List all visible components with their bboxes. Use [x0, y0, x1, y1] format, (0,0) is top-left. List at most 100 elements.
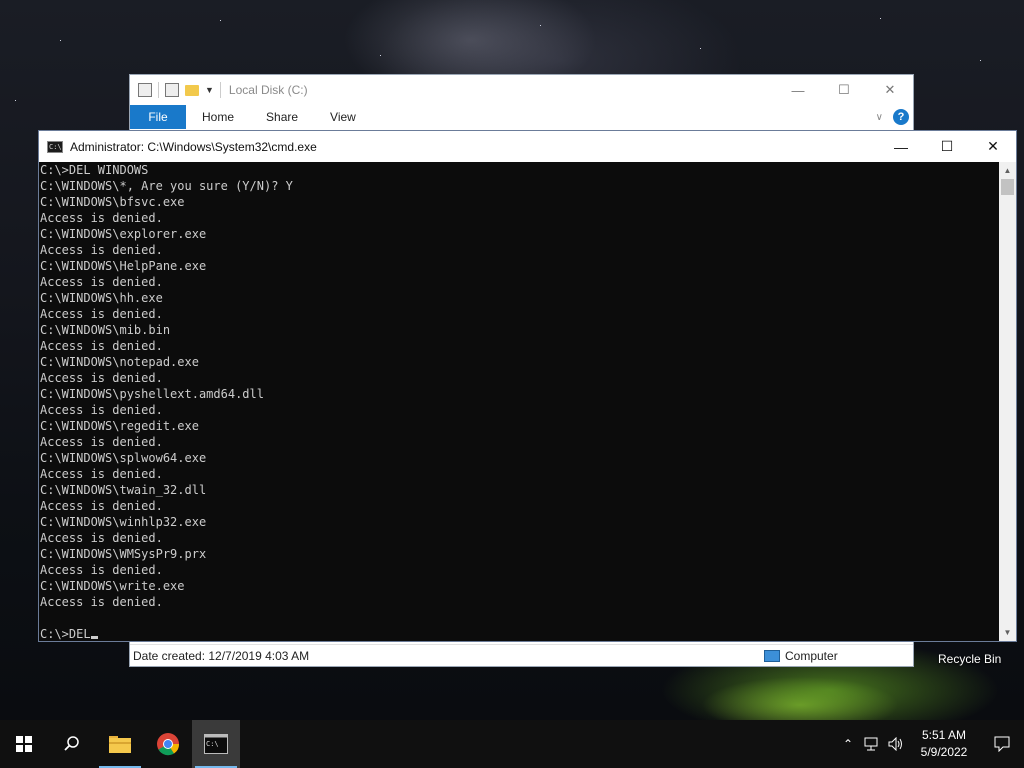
console-line: Access is denied.: [40, 563, 163, 577]
console-line: C:\WINDOWS\WMSysPr9.prx: [40, 547, 207, 561]
star: [700, 48, 701, 49]
explorer-status-bar: Date created: 12/7/2019 4:03 AM Computer: [130, 644, 913, 666]
folder-icon: [109, 736, 131, 753]
console-line: Access is denied.: [40, 531, 163, 545]
ribbon-right-controls: ∨ ?: [876, 105, 913, 129]
console-line: Access is denied.: [40, 307, 163, 321]
show-hidden-icons-chevron-icon[interactable]: ⌃: [836, 720, 860, 768]
console-line: Access is denied.: [40, 211, 163, 225]
console-line: C:\WINDOWS\regedit.exe: [40, 419, 199, 433]
clock-time: 5:51 AM: [921, 728, 967, 742]
system-tray: ⌃ 5:51 AM 5/9/2022: [836, 720, 1024, 768]
maximize-button[interactable]: ☐: [821, 75, 867, 105]
customize-dropdown-icon[interactable]: ▼: [205, 85, 214, 95]
volume-icon[interactable]: [884, 720, 908, 768]
svg-text:C:\: C:\: [206, 740, 219, 748]
search-icon: [64, 736, 79, 751]
star: [60, 40, 61, 41]
close-button[interactable]: ✕: [970, 131, 1016, 162]
star: [380, 55, 381, 56]
scroll-up-arrow-icon[interactable]: ▲: [999, 162, 1016, 179]
console-line: C:\WINDOWS\explorer.exe: [40, 227, 207, 241]
console-line: C:\WINDOWS\splwow64.exe: [40, 451, 207, 465]
taskbar-chrome[interactable]: [144, 720, 192, 768]
console-line: Access is denied.: [40, 435, 163, 449]
status-location-label: Computer: [785, 648, 838, 663]
taskbar-file-explorer[interactable]: [96, 720, 144, 768]
star: [15, 100, 16, 101]
console-line: C:\WINDOWS\hh.exe: [40, 291, 163, 305]
console-line: C:\WINDOWS\winhlp32.exe: [40, 515, 207, 529]
tab-home[interactable]: Home: [186, 105, 250, 129]
console-line: C:\>DEL WINDOWS: [40, 163, 149, 177]
expand-ribbon-icon[interactable]: ∨: [876, 112, 883, 123]
scrollbar-thumb[interactable]: [1001, 179, 1014, 195]
cmd-window[interactable]: C:\ Administrator: C:\Windows\System32\c…: [38, 130, 1017, 642]
console-line: C:\WINDOWS\mib.bin: [40, 323, 171, 337]
vertical-scrollbar[interactable]: ▲ ▼: [999, 162, 1016, 641]
help-icon[interactable]: ?: [893, 109, 909, 125]
console-line: Access is denied.: [40, 243, 163, 257]
cmd-icon: C:\: [47, 140, 63, 153]
search-button[interactable]: [48, 720, 96, 768]
console-line: C:\WINDOWS\*, Are you sure (Y/N)? Y: [40, 179, 293, 193]
cmd-window-controls: — ☐ ✕: [878, 131, 1016, 162]
command-prompt-icon: C:\: [204, 734, 228, 754]
windows-logo-icon: [16, 736, 32, 752]
console-line: Access is denied.: [40, 275, 163, 289]
text-cursor: [90, 636, 98, 639]
console-line: C:\WINDOWS\write.exe: [40, 579, 185, 593]
quick-access-toolbar: ▼: [138, 82, 221, 98]
console-prompt-line[interactable]: C:\>DEL: [40, 626, 1000, 641]
console-output[interactable]: C:\>DEL WINDOWS C:\WINDOWS\*, Are you sur…: [39, 162, 1000, 641]
status-location: Computer: [764, 649, 838, 663]
recycle-bin-label[interactable]: Recycle Bin: [938, 652, 1001, 666]
cmd-window-title: Administrator: C:\Windows\System32\cmd.e…: [70, 139, 317, 154]
console-line: Access is denied.: [40, 595, 163, 609]
explorer-window-title: Local Disk (C:): [228, 83, 308, 97]
console-line: C:\WINDOWS\twain_32.dll: [40, 483, 207, 497]
tab-share[interactable]: Share: [250, 105, 314, 129]
star: [540, 25, 541, 26]
close-button[interactable]: ✕: [867, 75, 913, 105]
console-line: C:\WINDOWS\bfsvc.exe: [40, 195, 185, 209]
console-line: Access is denied.: [40, 499, 163, 513]
console-line: Access is denied.: [40, 467, 163, 481]
console-line: Access is denied.: [40, 403, 163, 417]
star: [880, 18, 881, 19]
minimize-button[interactable]: —: [775, 75, 821, 105]
status-date-created: Date created: 12/7/2019 4:03 AM: [133, 648, 310, 663]
clock[interactable]: 5:51 AM 5/9/2022: [908, 727, 980, 761]
taskbar: C:\ ⌃ 5:51 AM 5/9/2022: [0, 720, 1024, 768]
console-line: Access is denied.: [40, 339, 163, 353]
computer-icon: [764, 649, 780, 662]
tab-file[interactable]: File: [130, 105, 186, 129]
taskbar-cmd[interactable]: C:\: [192, 720, 240, 768]
console-line: C:\WINDOWS\pyshellext.amd64.dll: [40, 387, 264, 401]
console-prompt-text: C:\>DEL: [40, 627, 91, 641]
console-line: Access is denied.: [40, 371, 163, 385]
maximize-button[interactable]: ☐: [924, 131, 970, 162]
star: [980, 60, 981, 61]
ribbon-tabs: File Home Share View ∨ ?: [130, 105, 913, 129]
explorer-window-controls: — ☐ ✕: [775, 75, 913, 105]
tab-view[interactable]: View: [314, 105, 372, 129]
action-center-button[interactable]: [980, 720, 1024, 768]
network-icon[interactable]: [860, 720, 884, 768]
explorer-title-bar[interactable]: ▼ Local Disk (C:) — ☐ ✕: [130, 75, 913, 105]
checkmark-icon[interactable]: [165, 83, 179, 97]
star: [220, 20, 221, 21]
console-line: C:\WINDOWS\notepad.exe: [40, 355, 199, 369]
scroll-down-arrow-icon[interactable]: ▼: [999, 624, 1016, 641]
chrome-icon: [157, 733, 180, 756]
console-line: C:\WINDOWS\HelpPane.exe: [40, 259, 207, 273]
start-button[interactable]: [0, 720, 48, 768]
new-folder-icon[interactable]: [185, 84, 199, 96]
notifications-icon: [994, 736, 1010, 752]
minimize-button[interactable]: —: [878, 131, 924, 162]
cmd-title-bar[interactable]: C:\ Administrator: C:\Windows\System32\c…: [39, 131, 1016, 162]
properties-icon[interactable]: [138, 83, 152, 97]
divider: [158, 82, 159, 98]
divider: [219, 82, 221, 98]
